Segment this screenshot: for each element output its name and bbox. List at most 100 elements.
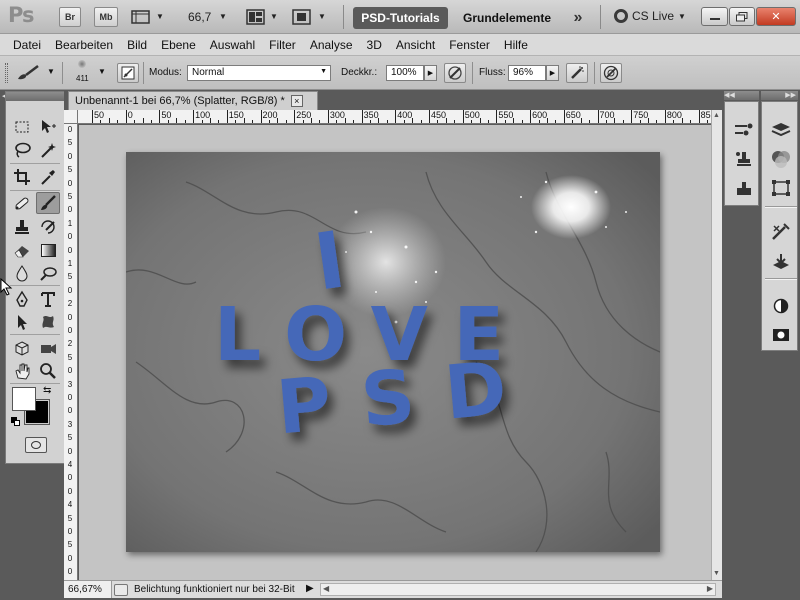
ruler-tick [201,120,203,123]
quick-mask-button[interactable] [25,437,47,453]
ruler-tick [631,110,633,123]
chevron-down-icon[interactable]: ▼ [318,12,326,21]
custom-shape-tool[interactable] [36,311,60,333]
tablet-pressure-size-button[interactable] [600,63,622,83]
ruler-label: 5 [67,138,73,148]
status-zoom-field[interactable]: 66,67% [64,581,112,598]
grip-handle[interactable] [5,63,8,83]
chevron-down-icon[interactable]: ▼ [219,12,227,21]
cs-live-menu[interactable]: CS Live ▼ [614,9,686,23]
airbrush-button[interactable] [566,63,588,83]
vertical-scrollbar[interactable]: ▲ ▼ [711,110,722,580]
opacity-input[interactable]: 100% [386,65,424,81]
tools-panel-header[interactable] [6,92,64,101]
ruler-label: 350 [363,110,379,120]
close-icon: ✕ [771,10,781,23]
opacity-slider-toggle[interactable]: ▶ [424,65,437,81]
more-workspaces-icon[interactable]: » [567,7,589,29]
canvas-artwork[interactable]: I LOVE PSD [126,152,660,552]
restore-button[interactable] [729,7,755,26]
magic-wand-tool[interactable] [36,139,60,161]
horizontal-ruler[interactable]: 50 0 50 100 150 200 250 300 350 400 450 500 550 600 65… [64,110,711,124]
menu-bearbeiten[interactable]: Bearbeiten [48,38,120,52]
foreground-color-swatch[interactable] [12,387,36,411]
menu-ebene[interactable]: Ebene [154,38,203,52]
eyedropper-tool[interactable] [36,166,60,188]
brush-tool[interactable] [36,192,60,214]
close-window-button[interactable]: ✕ [756,7,796,26]
tool-presets-panel-button[interactable] [729,176,759,200]
hand-tool[interactable] [10,360,34,382]
paths-panel-button[interactable] [766,176,796,200]
status-info-icon[interactable] [114,584,128,596]
view-extras-icon [131,10,150,24]
menu-hilfe[interactable]: Hilfe [497,38,535,52]
scroll-up-icon[interactable]: ▲ [713,112,720,119]
horizontal-scrollbar[interactable]: ◀ ▶ [320,583,716,596]
menu-analyse[interactable]: Analyse [303,38,360,52]
history-brush-tool[interactable] [36,216,60,238]
move-tool[interactable] [36,116,60,138]
3d-camera-tool[interactable] [36,337,60,359]
eraser-tool[interactable] [10,239,34,261]
spot-healing-brush-tool[interactable] [10,192,34,214]
tablet-pressure-opacity-button[interactable] [444,63,466,83]
arrange-documents-button[interactable] [246,8,266,26]
tool-preset-picker[interactable]: ▼ [14,63,58,83]
adjustments-panel-button[interactable] [766,220,796,244]
clone-source-panel-button[interactable] [729,147,759,171]
layers-panel-button[interactable] [766,118,796,142]
workspace-grundelemente-button[interactable]: Grundelemente [454,7,560,29]
3d-rotate-tool[interactable] [10,337,34,359]
menu-fenster[interactable]: Fenster [442,38,497,52]
menu-ansicht[interactable]: Ansicht [389,38,442,52]
channels-panel-button[interactable] [766,147,796,171]
menu-auswahl[interactable]: Auswahl [203,38,262,52]
default-colors-icon[interactable] [11,417,20,426]
toggle-brush-panel-button[interactable] [117,63,139,83]
menu-3d[interactable]: 3D [360,38,389,52]
view-extras-button[interactable] [131,8,151,26]
color-panel-button[interactable] [766,294,796,318]
dodge-tool[interactable] [36,262,60,284]
chevron-down-icon[interactable]: ▼ [156,12,164,21]
zoom-level-field[interactable]: 66,7 [188,10,211,24]
path-selection-tool[interactable] [10,311,34,333]
minimize-button[interactable] [701,7,728,26]
masks-panel-button[interactable] [766,249,796,273]
lasso-tool[interactable] [10,139,34,161]
brush-presets-panel-button[interactable] [729,118,759,142]
close-icon[interactable]: × [290,95,303,107]
launch-mini-bridge-button[interactable]: Mb [94,7,118,27]
eyedropper-icon [41,170,55,185]
screen-mode-button[interactable] [292,8,312,26]
blur-drop-icon [16,265,28,282]
type-tool[interactable] [36,288,60,310]
flow-slider-toggle[interactable]: ▶ [546,65,559,81]
menu-datei[interactable]: Datei [6,38,48,52]
panel-collapse-header[interactable]: ◀◀ [724,91,759,100]
menu-bild[interactable]: Bild [120,38,154,52]
launch-bridge-button[interactable]: Br [59,7,81,27]
vertical-ruler[interactable]: 0 5 0 5 0 5 0 1 0 0 1 5 0 2 0 0 2 5 0 3 0 0 3 5 0 4 0 0 4 5 0 5 0 0 [64,124,78,580]
ruler-origin[interactable] [64,110,78,124]
menu-filter[interactable]: Filter [262,38,303,52]
brush-picker[interactable]: 411 ▼ [70,59,110,87]
scroll-right-icon[interactable]: ▶ [707,584,713,593]
scroll-left-icon[interactable]: ◀ [323,584,329,593]
swap-colors-icon[interactable]: ⇆ [43,385,51,396]
scroll-down-icon[interactable]: ▼ [713,570,720,577]
flow-input[interactable]: 96% [508,65,546,81]
workspace-psd-tutorials-button[interactable]: PSD-Tutorials [353,7,448,29]
rectangular-marquee-tool[interactable] [10,116,34,138]
zoom-tool[interactable] [36,360,60,382]
clone-stamp-tool[interactable] [10,216,34,238]
gradient-tool[interactable] [36,239,60,261]
panel-expand-header[interactable]: ▶▶ [761,91,798,100]
crop-tool[interactable] [10,166,34,188]
swatches-panel-button[interactable] [766,323,796,347]
status-menu-arrow-icon[interactable]: ▶ [306,583,314,594]
chevron-down-icon[interactable]: ▼ [270,12,278,21]
document-tab[interactable]: Unbenannt-1 bei 66,7% (Splatter, RGB/8) … [68,91,318,110]
mode-select[interactable]: Normal ▼ [187,65,331,81]
